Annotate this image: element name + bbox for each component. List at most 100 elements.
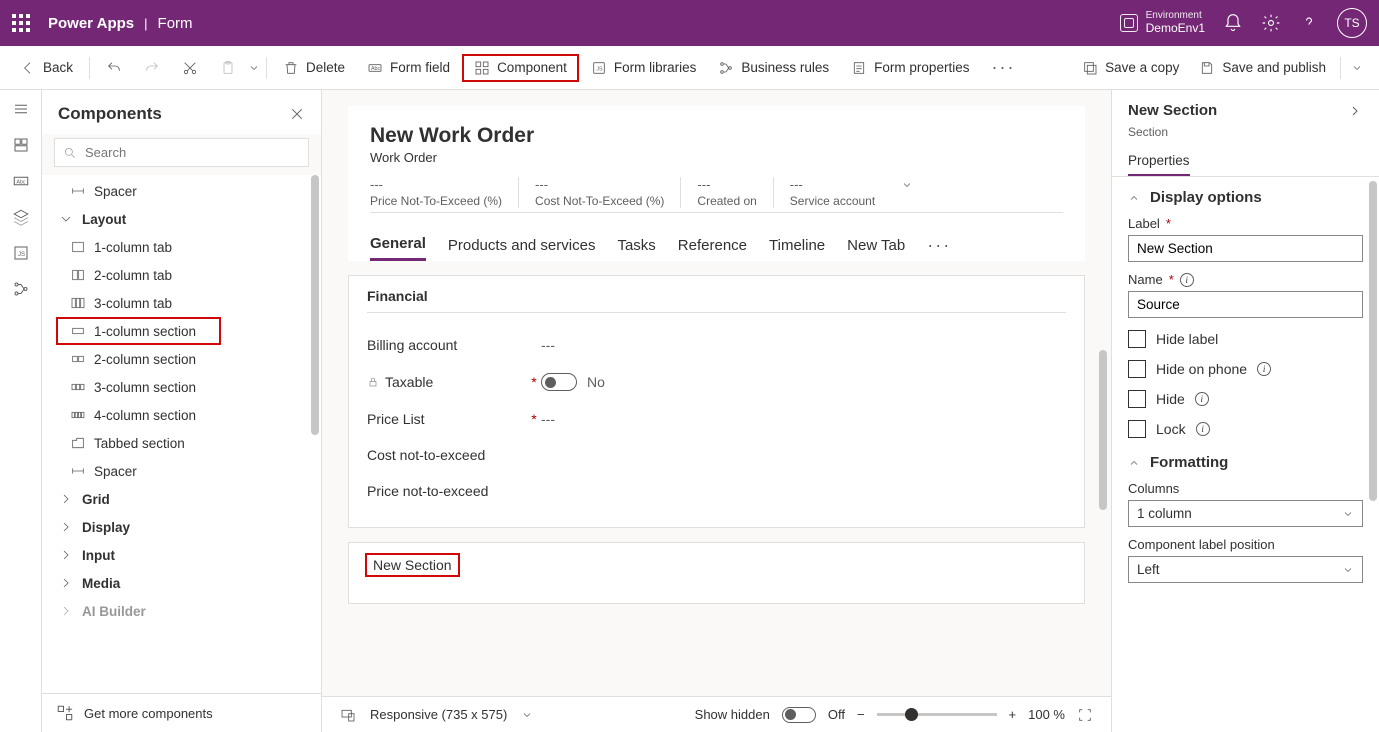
abc-icon[interactable]: Abc — [12, 172, 30, 190]
more-tabs[interactable]: ··· — [927, 235, 951, 256]
component-3-column-section[interactable]: 3-column section — [42, 373, 321, 401]
environment-picker[interactable]: EnvironmentDemoEnv1 — [1120, 11, 1205, 35]
field-cost-nte[interactable]: Cost not-to-exceed — [367, 437, 1066, 473]
info-icon[interactable]: i — [1195, 392, 1209, 406]
component-2-column-section[interactable]: 2-column section — [42, 345, 321, 373]
tab-new[interactable]: New Tab — [847, 231, 905, 260]
js-icon[interactable]: JS — [12, 244, 30, 262]
toggle[interactable] — [541, 373, 577, 391]
tab-products[interactable]: Products and services — [448, 231, 596, 260]
component-3-column-tab[interactable]: 3-column tab — [42, 289, 321, 317]
form-libraries-button[interactable]: JSForm libraries — [581, 54, 707, 82]
form-field-button[interactable]: AbcForm field — [357, 54, 460, 82]
component-4-column-section[interactable]: 4-column section — [42, 401, 321, 429]
business-rules-button[interactable]: Business rules — [708, 54, 839, 82]
chevron-down-icon[interactable] — [521, 709, 533, 721]
lock-checkbox[interactable]: Locki — [1128, 420, 1363, 438]
chevron-down-icon[interactable] — [248, 62, 260, 74]
header-field[interactable]: ---Price Not-To-Exceed (%) — [370, 177, 518, 208]
fit-icon[interactable] — [1077, 707, 1093, 723]
layers-icon[interactable] — [12, 208, 30, 226]
layout-category[interactable]: Layout — [42, 205, 321, 233]
zoom-slider[interactable] — [877, 713, 997, 716]
gear-icon[interactable] — [1261, 13, 1281, 33]
svg-text:Abc: Abc — [16, 179, 25, 185]
formatting-group[interactable]: Formatting — [1128, 454, 1363, 471]
bell-icon[interactable] — [1223, 13, 1243, 33]
component-button[interactable]: Component — [462, 54, 579, 82]
chevron-right-icon[interactable] — [1347, 103, 1363, 119]
back-button[interactable]: Back — [10, 54, 83, 82]
field-price-nte[interactable]: Price not-to-exceed — [367, 473, 1066, 509]
header-field[interactable]: ---Cost Not-To-Exceed (%) — [518, 177, 680, 208]
hide-checkbox[interactable]: Hidei — [1128, 390, 1363, 408]
delete-button[interactable]: Delete — [273, 54, 355, 82]
hamburger-icon[interactable] — [12, 100, 30, 118]
help-icon[interactable] — [1299, 13, 1319, 33]
show-hidden-toggle[interactable] — [782, 707, 816, 723]
environment-icon — [1120, 14, 1138, 32]
save-and-publish-button[interactable]: Save and publish — [1189, 54, 1336, 82]
component-2-column-tab[interactable]: 2-column tab — [42, 261, 321, 289]
zoom-in[interactable]: + — [1009, 707, 1017, 722]
component-spacer-2[interactable]: Spacer — [42, 457, 321, 485]
input-category[interactable]: Input — [42, 541, 321, 569]
display-category[interactable]: Display — [42, 513, 321, 541]
chevron-down-icon[interactable] — [901, 179, 913, 191]
tab-tasks[interactable]: Tasks — [617, 231, 655, 260]
field-billing-account[interactable]: Billing account--- — [367, 327, 1066, 363]
tab-timeline[interactable]: Timeline — [769, 231, 825, 260]
component-1-column-tab[interactable]: 1-column tab — [42, 233, 321, 261]
component-1-column-section[interactable]: 1-column section — [42, 317, 321, 345]
app-launcher-icon[interactable] — [12, 14, 30, 32]
zoom-out[interactable]: − — [857, 707, 865, 722]
scrollbar[interactable] — [1369, 181, 1377, 501]
field-taxable[interactable]: Taxable*No — [367, 363, 1066, 401]
svg-text:JS: JS — [596, 66, 603, 72]
header-field[interactable]: ---Created on — [680, 177, 772, 208]
financial-section[interactable]: Financial Billing account--- Taxable*No … — [348, 275, 1085, 528]
display-options-group[interactable]: Display options — [1128, 189, 1363, 206]
viewport-label[interactable]: Responsive (735 x 575) — [370, 707, 507, 722]
components-panel: Components Spacer Layout 1-column tab 2-… — [42, 90, 322, 732]
search-input[interactable] — [85, 145, 300, 160]
form-properties-button[interactable]: Form properties — [841, 54, 979, 82]
ai-builder-category[interactable]: AI Builder — [42, 597, 321, 625]
redo-button[interactable] — [134, 54, 170, 82]
form-subtitle: Work Order — [370, 150, 1063, 165]
field-price-list[interactable]: Price List*--- — [367, 401, 1066, 437]
chevron-down-icon[interactable] — [1351, 62, 1363, 74]
get-more-components[interactable]: Get more components — [42, 693, 321, 732]
scrollbar[interactable] — [1099, 350, 1107, 510]
more-commands[interactable]: ··· — [981, 51, 1025, 84]
rules-icon[interactable] — [12, 280, 30, 298]
properties-title: New Section — [1128, 102, 1217, 119]
label-input[interactable] — [1128, 235, 1363, 262]
properties-tab[interactable]: Properties — [1128, 147, 1190, 176]
user-avatar[interactable]: TS — [1337, 8, 1367, 38]
component-spacer[interactable]: Spacer — [42, 177, 321, 205]
grid-icon[interactable] — [12, 136, 30, 154]
hide-on-phone-checkbox[interactable]: Hide on phonei — [1128, 360, 1363, 378]
component-tabbed-section[interactable]: Tabbed section — [42, 429, 321, 457]
close-icon[interactable] — [289, 106, 305, 122]
media-category[interactable]: Media — [42, 569, 321, 597]
grid-category[interactable]: Grid — [42, 485, 321, 513]
label-position-select[interactable]: Left — [1128, 556, 1363, 583]
undo-button[interactable] — [96, 54, 132, 82]
info-icon[interactable]: i — [1196, 422, 1210, 436]
hide-label-checkbox[interactable]: Hide label — [1128, 330, 1363, 348]
tab-reference[interactable]: Reference — [678, 231, 747, 260]
name-input[interactable] — [1128, 291, 1363, 318]
header-field[interactable]: ---Service account — [773, 177, 891, 208]
tab-general[interactable]: General — [370, 229, 426, 261]
columns-select[interactable]: 1 column — [1128, 500, 1363, 527]
paste-button[interactable] — [210, 54, 246, 82]
save-a-copy-button[interactable]: Save a copy — [1072, 54, 1189, 82]
info-icon[interactable]: i — [1257, 362, 1271, 376]
scrollbar[interactable] — [311, 175, 319, 435]
cut-button[interactable] — [172, 54, 208, 82]
new-section[interactable]: New Section — [348, 542, 1085, 604]
search-box[interactable] — [54, 138, 309, 167]
info-icon[interactable]: i — [1180, 273, 1194, 287]
